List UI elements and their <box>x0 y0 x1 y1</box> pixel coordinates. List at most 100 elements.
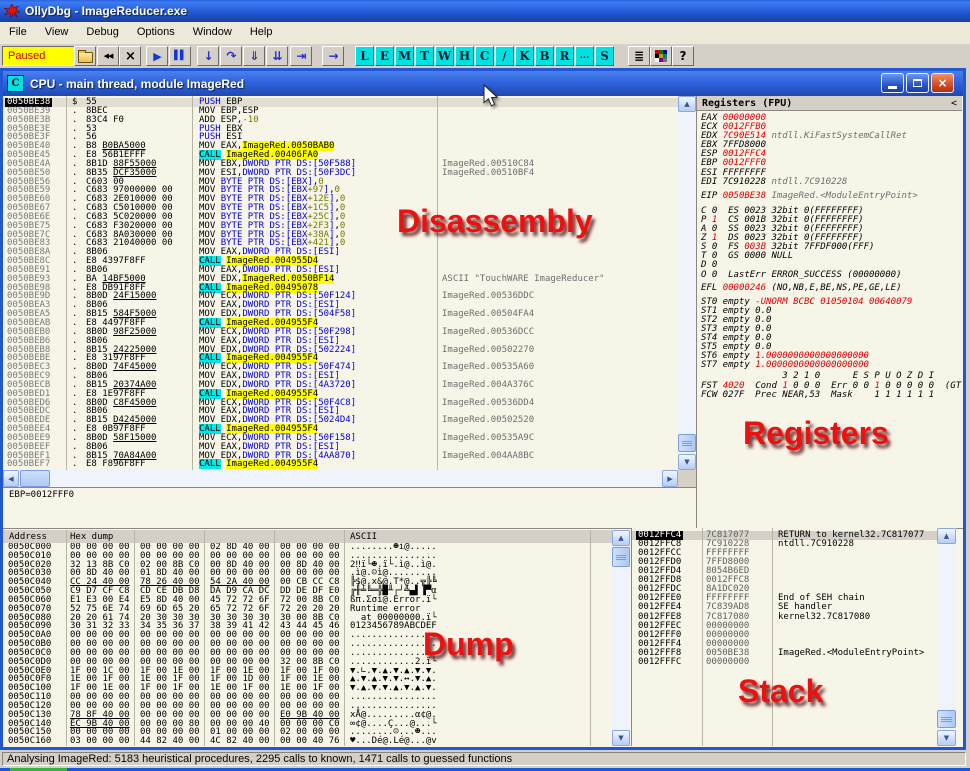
step-into-button[interactable]: ↓ <box>197 46 219 66</box>
dump-header-hex: Hex dump <box>70 532 113 542</box>
info-pane[interactable]: EBP=0012FFF0 <box>3 487 696 529</box>
close-program-button[interactable]: × <box>119 46 141 66</box>
scroll-left-icon[interactable]: ◀ <box>3 470 19 487</box>
disasm-row[interactable]: 0050BEF7.E8 F896F8FFCALL ImageRed.004955… <box>3 460 678 469</box>
trace-into-button[interactable]: ⇓ <box>243 46 265 66</box>
goto-button[interactable]: → <box>322 46 344 66</box>
dump-header-ascii: ASCII <box>350 532 377 542</box>
scroll-down-icon[interactable]: ▼ <box>678 454 696 470</box>
trace-over-button[interactable]: ⇊ <box>266 46 288 66</box>
menu-item-window[interactable]: Window <box>184 22 241 41</box>
disasm-vscroll-thumb[interactable] <box>678 434 696 452</box>
list-icon: ≣ <box>634 49 644 63</box>
pause-button[interactable]: ▌▌ <box>169 46 191 66</box>
registers-header: Registers (FPU) < <box>697 96 962 111</box>
cpu-window-icon: C <box>7 75 24 92</box>
menu-item-help[interactable]: Help <box>241 22 282 41</box>
register-line[interactable]: EFL 00000246 (NO,NB,E,BE,NS,PE,GE,LE) <box>697 284 962 293</box>
registers-pane[interactable]: EAX 00000000ECX 0012FFB0EDX 7C90E514 ntd… <box>697 111 962 531</box>
menu-item-file[interactable]: File <box>0 22 36 41</box>
disasm-row[interactable]: 0050BE3E.53PUSH EBX <box>3 125 678 134</box>
cpu-close-button[interactable]: × <box>931 73 954 93</box>
scroll-up-icon[interactable]: ▲ <box>612 530 630 546</box>
cpu-restore-button[interactable] <box>906 73 929 93</box>
disasm-comment: ImageRed.00535A60 <box>442 363 534 372</box>
disasm-comment: ImageRed.00510BF4 <box>442 169 534 178</box>
scroll-down-icon[interactable]: ▼ <box>937 730 956 746</box>
help-icon: ? <box>680 49 687 63</box>
scroll-up-icon[interactable]: ▲ <box>937 528 956 544</box>
dump-header-address: Address <box>9 532 47 542</box>
pause-icon: ▌▌ <box>174 51 186 61</box>
toolbar-letter-t[interactable]: T <box>415 46 434 66</box>
dump-hex-group: 00 00 40 76 <box>280 737 340 746</box>
log-window-button[interactable]: ≣ <box>628 46 650 66</box>
toolbar-letter-slash[interactable]: / <box>495 46 514 66</box>
toolbar-letter-h[interactable]: H <box>455 46 474 66</box>
register-line[interactable]: T 0 GS 0000 NULL <box>697 252 962 261</box>
register-line[interactable]: O 0 LastErr ERROR_SUCCESS (00000000) <box>697 271 962 280</box>
register-line[interactable]: EDI 7C910228 ntdll.7C910228 <box>697 178 962 187</box>
dump-pane[interactable]: 0050C00000 00 00 0000 00 00 0002 8D 40 0… <box>3 543 612 746</box>
toolbar-letter-s[interactable]: S <box>595 46 614 66</box>
stack-vscrollbar[interactable]: ▲ ▼ <box>937 528 956 746</box>
disasm-address: 0050BEF7 <box>7 460 50 469</box>
menu-item-view[interactable]: View <box>36 22 78 41</box>
pane-splitter[interactable] <box>696 96 697 528</box>
dump-vscrollbar[interactable]: ▲ ▼ <box>612 530 630 746</box>
toolbar-letter-m[interactable]: M <box>395 46 414 66</box>
scroll-down-icon[interactable]: ▼ <box>612 730 630 746</box>
disasm-comment: ImageRed.00535A9C <box>442 434 534 443</box>
registers-collapse-button[interactable]: < <box>951 98 957 109</box>
stack-col-divider <box>702 528 703 746</box>
stack-comment: ntdll.7C910228 <box>778 540 854 549</box>
register-line[interactable]: ST7 empty 1.0000000000000000000 <box>697 361 962 370</box>
toolbar-letter-c[interactable]: C <box>475 46 494 66</box>
restart-button[interactable]: ◀◀ <box>97 46 119 66</box>
restart-icon: ◀◀ <box>104 52 113 60</box>
dump-address: 0050C160 <box>8 737 51 746</box>
scroll-right-icon[interactable]: ▶ <box>662 470 678 487</box>
disasm-col-divider <box>192 96 193 470</box>
toolbar: Paused ◀◀×▶▌▌↓↷⇓⇊⇥→LEMTWHC/KBR...S≣? <box>0 44 970 68</box>
disasm-comment: ImageRed.00536DD4 <box>442 399 534 408</box>
stack-pane[interactable]: 0012FFC47C817077RETURN to kernel32.7C817… <box>632 528 937 746</box>
stack-vscroll-thumb[interactable] <box>937 710 956 728</box>
appearance-button[interactable] <box>650 46 672 66</box>
toolbar-letter-r[interactable]: R <box>555 46 574 66</box>
open-file-button[interactable] <box>74 46 96 66</box>
toolbar-letter-b[interactable]: B <box>535 46 554 66</box>
register-line[interactable]: FCW 027F Prec NEAR,53 Mask 1 1 1 1 1 1 <box>697 391 962 400</box>
ollydbg-logo-icon <box>4 3 20 19</box>
help-button[interactable]: ? <box>672 46 694 66</box>
run-button[interactable]: ▶ <box>146 46 168 66</box>
ollydbg-window: OllyDbg - ImageReducer.exe FileViewDebug… <box>0 0 970 771</box>
dump-vscroll-thumb[interactable] <box>612 547 630 567</box>
disassembly-pane[interactable]: 0050BE38$55PUSH EBP0050BE39.8BECMOV EBP,… <box>3 96 678 470</box>
menu-item-options[interactable]: Options <box>128 22 184 41</box>
stack-comment: ImageRed.<ModuleEntryPoint> <box>778 649 924 658</box>
mouse-cursor <box>483 84 500 113</box>
toolbar-letter-e[interactable]: E <box>375 46 394 66</box>
goto-icon: → <box>328 49 337 63</box>
disasm-hscroll-thumb[interactable] <box>20 470 50 487</box>
until-return-button[interactable]: ⇥ <box>290 46 312 66</box>
toolbar-letter-dots[interactable]: ... <box>575 46 594 66</box>
toolbar-letter-l[interactable]: L <box>355 46 374 66</box>
annotation-disassembly: Disassembly <box>397 203 593 240</box>
disasm-row[interactable]: 0050BE3B.83C4 F0ADD ESP,-10 <box>3 116 678 125</box>
toolbar-letter-w[interactable]: W <box>435 46 454 66</box>
scroll-up-icon[interactable]: ▲ <box>678 96 696 112</box>
step-over-button[interactable]: ↷ <box>220 46 242 66</box>
register-line[interactable]: EIP 0050BE38 ImageRed.<ModuleEntryPoint> <box>697 192 962 201</box>
trace-over-icon: ⇊ <box>272 49 281 63</box>
dump-ascii: ♥...Dé@.Lé@...@v <box>350 737 437 746</box>
stack-row[interactable]: 0012FFFC00000000 <box>632 658 937 667</box>
disasm-vscrollbar[interactable]: ▲ ▼ <box>678 96 696 470</box>
disasm-col-divider <box>437 96 438 470</box>
dump-row[interactable]: 0050C16003 00 00 0044 82 40 004C 82 40 0… <box>3 737 612 746</box>
cpu-minimize-button[interactable] <box>881 73 904 93</box>
toolbar-letter-k[interactable]: K <box>515 46 534 66</box>
menu-item-debug[interactable]: Debug <box>77 22 127 41</box>
disasm-hscrollbar[interactable]: ◀ ▶ <box>3 470 678 487</box>
